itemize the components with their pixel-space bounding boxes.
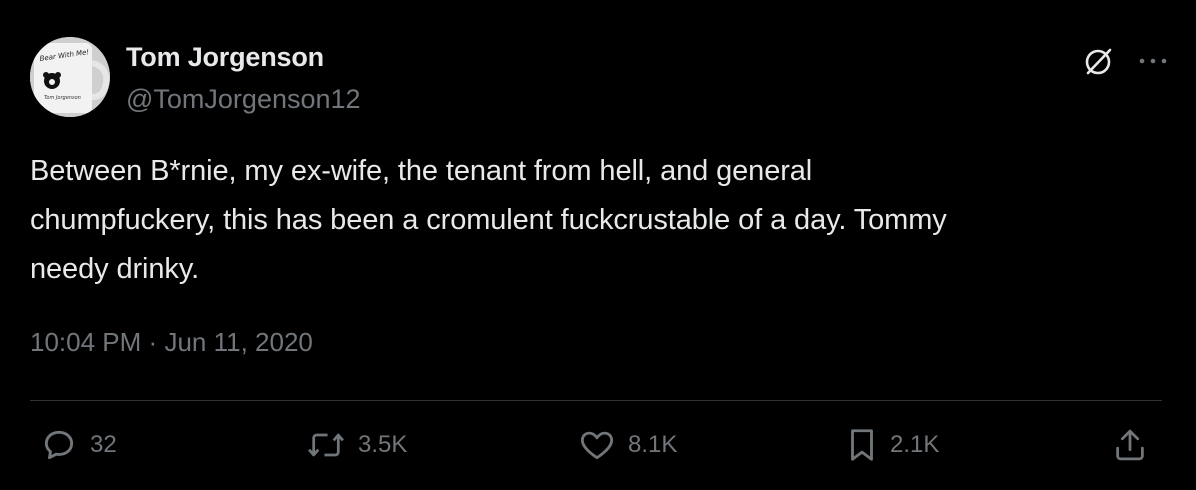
tweet-card: Bear With Me! Tom Jorgenson Tom Jorgenso… <box>0 0 1196 490</box>
reply-count: 32 <box>90 431 117 458</box>
tweet-action-bar: 32 3.5K 8.1K 2.1K <box>0 420 1196 475</box>
divider <box>30 400 1162 401</box>
grok-icon[interactable] <box>1082 44 1116 78</box>
meta-separator: · <box>148 327 158 357</box>
tweet-text: Between B*rnie, my ex-wife, the tenant f… <box>30 155 947 285</box>
heart-icon <box>580 431 614 460</box>
mug-avatar-icon: Bear With Me! Tom Jorgenson <box>30 37 110 117</box>
repost-count: 3.5K <box>358 431 408 458</box>
avatar[interactable]: Bear With Me! Tom Jorgenson <box>30 37 110 117</box>
bookmark-icon <box>851 429 873 461</box>
share-icon <box>1116 429 1144 461</box>
like-count: 8.1K <box>628 431 678 458</box>
tweet-header-actions <box>1082 44 1168 78</box>
repost-button[interactable]: 3.5K <box>306 426 407 464</box>
reply-button[interactable]: 32 <box>40 426 117 464</box>
tweet-date[interactable]: Jun 11, 2020 <box>164 327 312 357</box>
tweet-time[interactable]: 10:04 PM <box>30 327 141 357</box>
bookmark-button[interactable]: 2.1K <box>846 426 939 464</box>
tweet-timestamp[interactable]: 10:04 PM · Jun 11, 2020 <box>30 327 313 358</box>
bookmark-count: 2.1K <box>890 431 940 458</box>
repost-icon <box>308 433 344 457</box>
share-button[interactable] <box>1113 426 1147 464</box>
like-button[interactable]: 8.1K <box>578 426 677 464</box>
reply-icon <box>44 430 74 460</box>
author-display-name[interactable]: Tom Jorgenson <box>126 42 324 73</box>
svg-text:Tom Jorgenson: Tom Jorgenson <box>44 95 81 101</box>
author-handle[interactable]: @TomJorgenson12 <box>126 84 361 115</box>
more-icon[interactable] <box>1138 56 1168 66</box>
